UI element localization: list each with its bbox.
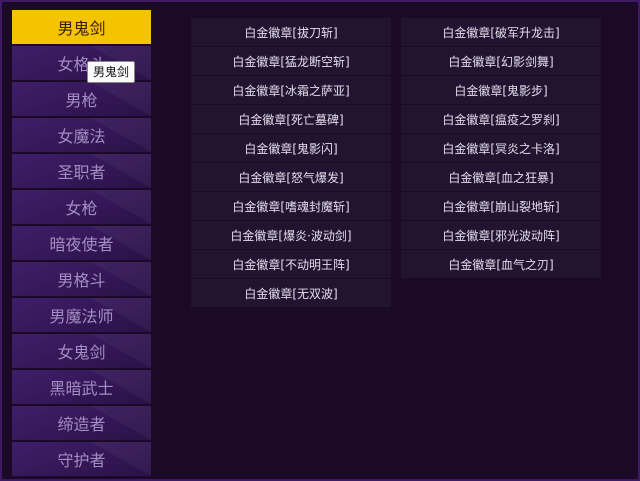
emblem-item[interactable]: 白金徽章[破军升龙击] bbox=[401, 18, 601, 46]
emblem-item[interactable]: 白金徽章[怒气爆发] bbox=[191, 163, 391, 191]
emblem-item[interactable]: 白金徽章[死亡墓碑] bbox=[191, 105, 391, 133]
emblem-item[interactable]: 白金徽章[冰霜之萨亚] bbox=[191, 76, 391, 104]
emblem-item[interactable]: 白金徽章[血之狂暴] bbox=[401, 163, 601, 191]
sidebar-item-female-gunner[interactable]: 女枪 bbox=[12, 190, 151, 224]
emblem-item[interactable]: 白金徽章[鬼影闪] bbox=[191, 134, 391, 162]
hover-tooltip: 男鬼剑 bbox=[87, 61, 136, 83]
emblem-item[interactable]: 白金徽章[不动明王阵] bbox=[191, 250, 391, 278]
emblem-item[interactable]: 白金徽章[血气之刃] bbox=[401, 250, 601, 278]
emblem-item[interactable]: 白金徽章[无双波] bbox=[191, 279, 391, 307]
sidebar-item-male-slayer[interactable]: 男鬼剑 bbox=[12, 10, 151, 44]
emblem-list-right: 白金徽章[破军升龙击] 白金徽章[幻影剑舞] 白金徽章[鬼影步] 白金徽章[瘟疫… bbox=[401, 18, 601, 279]
emblem-item[interactable]: 白金徽章[邪光波动阵] bbox=[401, 221, 601, 249]
window-frame: 男鬼剑 女格斗 男枪 女魔法 圣职者 女枪 暗夜使者 男格斗 男魔法师 女鬼剑 … bbox=[0, 0, 640, 481]
emblem-item[interactable]: 白金徽章[崩山裂地斩] bbox=[401, 192, 601, 220]
emblem-item[interactable]: 白金徽章[嗜魂封魔斩] bbox=[191, 192, 391, 220]
sidebar-item-creator[interactable]: 缔造者 bbox=[12, 406, 151, 440]
emblem-item[interactable]: 白金徽章[幻影剑舞] bbox=[401, 47, 601, 75]
sidebar-item-guardian[interactable]: 守护者 bbox=[12, 442, 151, 476]
emblem-item[interactable]: 白金徽章[冥炎之卡洛] bbox=[401, 134, 601, 162]
sidebar-item-thief[interactable]: 暗夜使者 bbox=[12, 226, 151, 260]
sidebar-item-male-gunner[interactable]: 男枪 bbox=[12, 82, 151, 116]
emblem-item[interactable]: 白金徽章[拔刀斩] bbox=[191, 18, 391, 46]
emblem-item[interactable]: 白金徽章[鬼影步] bbox=[401, 76, 601, 104]
sidebar-item-female-mage[interactable]: 女魔法 bbox=[12, 118, 151, 152]
sidebar-item-female-slayer[interactable]: 女鬼剑 bbox=[12, 334, 151, 368]
emblem-item[interactable]: 白金徽章[爆炎·波动剑] bbox=[191, 221, 391, 249]
sidebar-item-priest[interactable]: 圣职者 bbox=[12, 154, 151, 188]
sidebar-item-male-fighter[interactable]: 男格斗 bbox=[12, 262, 151, 296]
emblem-item[interactable]: 白金徽章[瘟疫之罗刹] bbox=[401, 105, 601, 133]
sidebar-item-dark-knight[interactable]: 黑暗武士 bbox=[12, 370, 151, 404]
emblem-item[interactable]: 白金徽章[猛龙断空斩] bbox=[191, 47, 391, 75]
sidebar-item-male-mage[interactable]: 男魔法师 bbox=[12, 298, 151, 332]
emblem-list-left: 白金徽章[拔刀斩] 白金徽章[猛龙断空斩] 白金徽章[冰霜之萨亚] 白金徽章[死… bbox=[191, 18, 391, 308]
